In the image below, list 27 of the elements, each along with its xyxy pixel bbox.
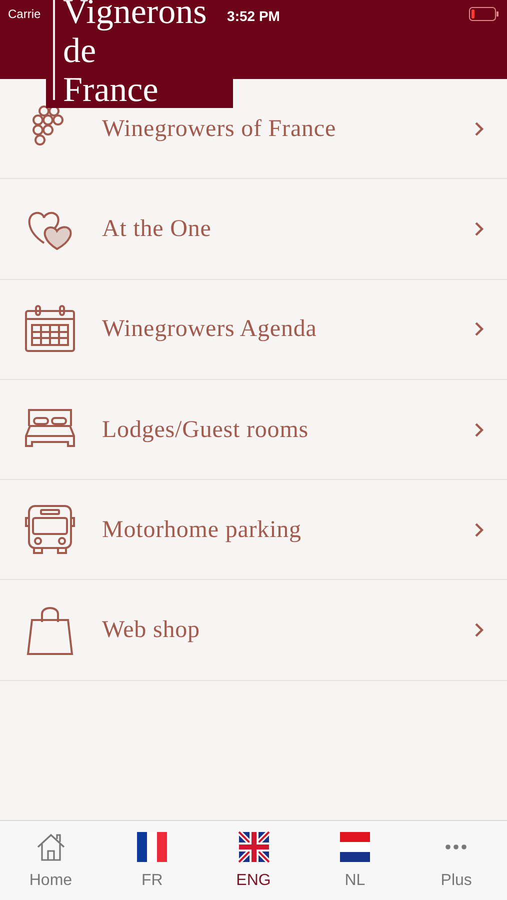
chevron-icon (473, 120, 485, 137)
more-icon (445, 843, 468, 851)
home-icon (34, 831, 67, 863)
carrier-name: Carrie (8, 6, 41, 23)
logo-text: de (63, 31, 96, 70)
chevron-icon (473, 622, 485, 638)
status-time: 3:52 PM (226, 7, 281, 26)
tab[interactable]: Plus (406, 821, 507, 900)
bus-icon (24, 504, 76, 556)
battery-icon (469, 7, 499, 21)
menu-item[interactable]: Web shop (0, 580, 507, 681)
menu-item[interactable]: Lodges/Guest rooms (0, 380, 507, 480)
chevron-icon (473, 321, 485, 338)
chevron-icon (473, 522, 485, 538)
chevron-icon (473, 220, 485, 237)
tab[interactable]: NL (304, 821, 406, 900)
france-flag-icon (136, 831, 168, 863)
netherlands-flag-icon (338, 831, 371, 863)
tab[interactable]: Home (0, 821, 102, 900)
uk-flag-icon (238, 831, 270, 863)
menu-item[interactable]: Motorhome parking (0, 480, 507, 580)
chevron-icon (473, 422, 485, 438)
tab[interactable]: ENG (202, 821, 304, 900)
shopping-bag-icon (24, 604, 76, 656)
menu-item[interactable]: Winegrowers Agenda (0, 280, 507, 380)
menu-item[interactable]: At the One (0, 179, 507, 280)
tab[interactable]: FR (101, 821, 203, 900)
